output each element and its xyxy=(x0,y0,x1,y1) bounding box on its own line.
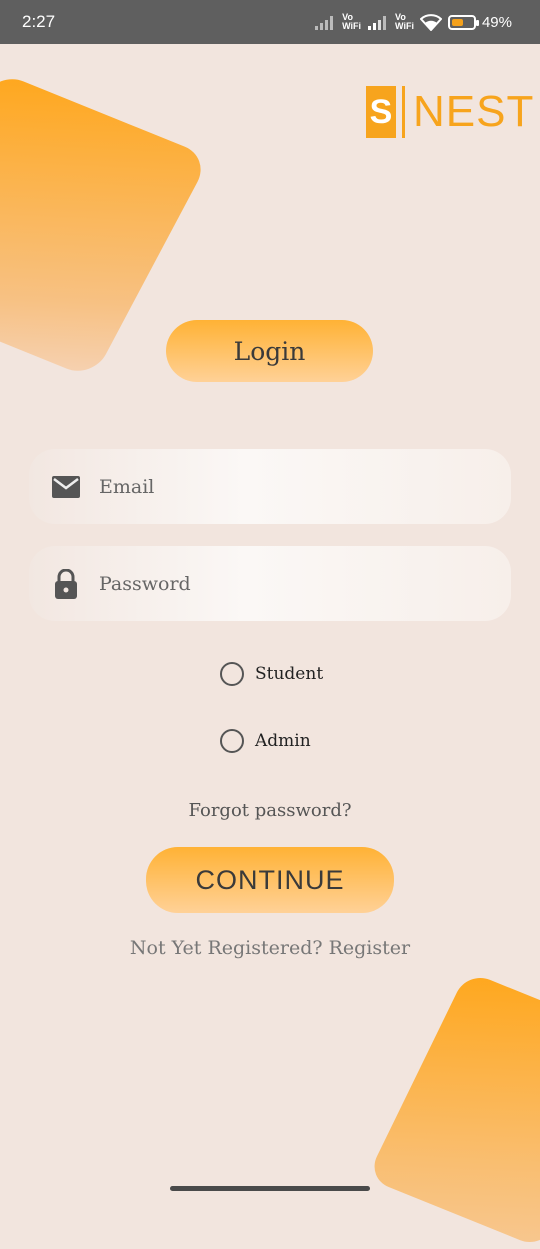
status-time: 2:27 xyxy=(22,12,56,31)
login-title-pill: Login xyxy=(166,320,373,382)
register-link[interactable]: Not Yet Registered? Register xyxy=(0,937,540,959)
forgot-password-link[interactable]: Forgot password? xyxy=(0,800,540,821)
lock-icon xyxy=(51,568,81,599)
status-icons: Vo WiFi Vo WiFi 49% xyxy=(314,10,512,34)
signal-icon xyxy=(315,16,334,30)
password-field[interactable] xyxy=(29,546,511,621)
logo-name: NEST xyxy=(413,87,535,136)
vowifi-label-bottom: WiFi xyxy=(395,21,414,31)
battery-icon xyxy=(447,14,479,30)
logo-divider xyxy=(402,86,405,138)
decorative-shape-bottom xyxy=(366,970,540,1249)
status-bar: 2:27 Vo WiFi Vo WiFi 49% xyxy=(0,0,540,44)
mail-icon xyxy=(51,472,81,502)
vowifi-icon: Vo WiFi xyxy=(342,13,361,31)
role-option-admin[interactable]: Admin xyxy=(220,729,311,753)
app-logo: S NEST xyxy=(366,86,534,138)
battery-percent: 49% xyxy=(481,13,512,31)
logo-letter: S xyxy=(366,86,396,138)
vowifi-label-bottom: WiFi xyxy=(342,21,362,31)
radio-button-student[interactable] xyxy=(220,662,244,686)
home-indicator[interactable] xyxy=(170,1186,370,1191)
continue-button[interactable]: CONTINUE xyxy=(146,847,394,913)
role-label-admin: Admin xyxy=(255,731,311,751)
role-label-student: Student xyxy=(255,664,324,684)
radio-button-admin[interactable] xyxy=(220,729,244,753)
email-field[interactable] xyxy=(29,449,511,524)
email-input[interactable] xyxy=(97,474,481,499)
signal-icon xyxy=(368,16,387,30)
role-option-student[interactable]: Student xyxy=(220,662,323,686)
password-input[interactable] xyxy=(97,571,481,596)
vowifi-icon: Vo WiFi xyxy=(395,13,414,31)
wifi-icon xyxy=(419,14,442,31)
